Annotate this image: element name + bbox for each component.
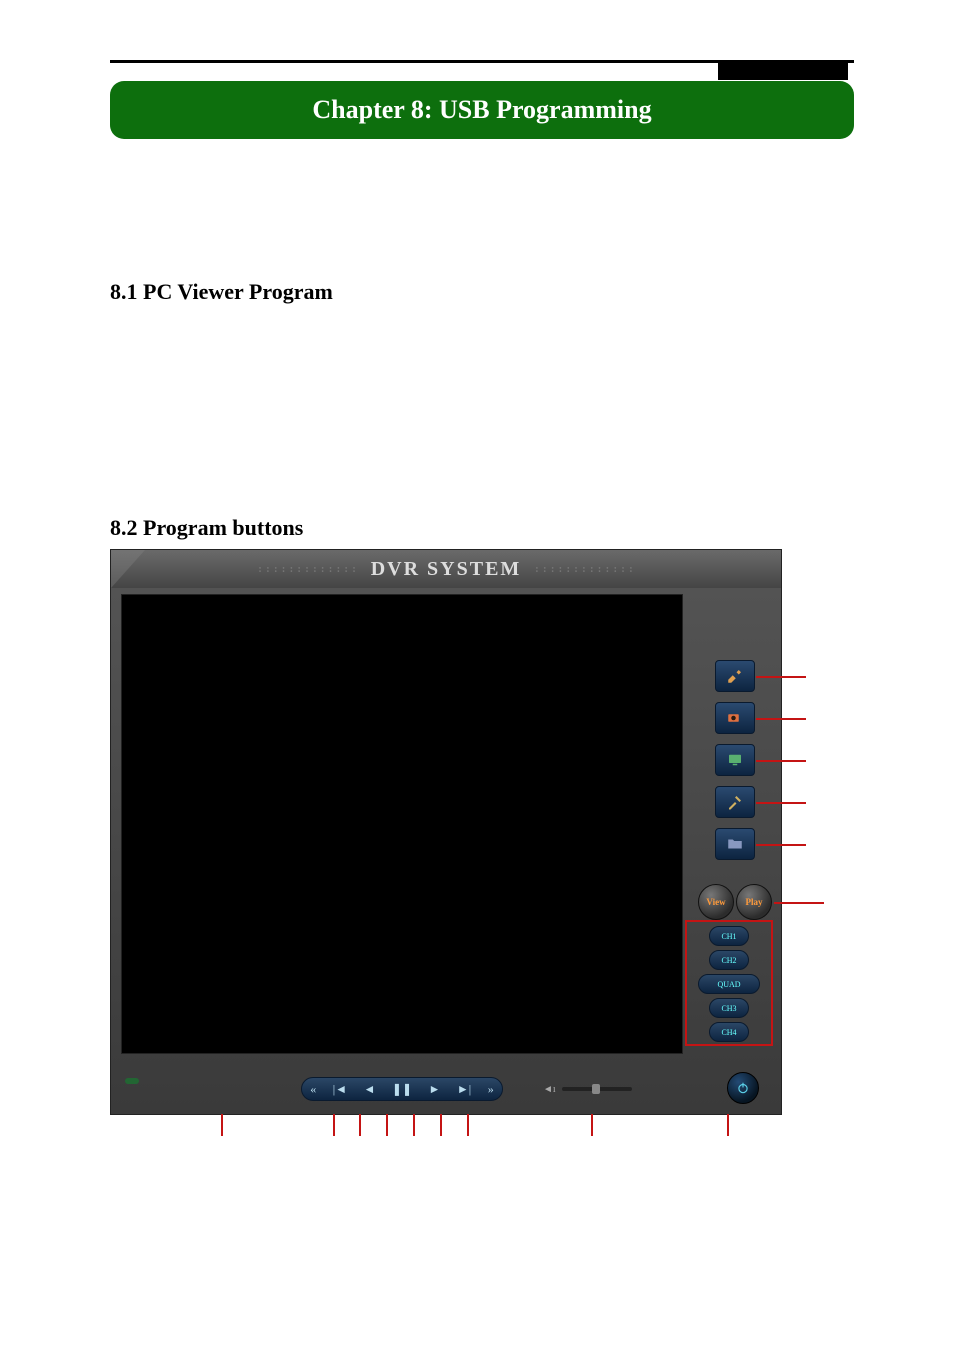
callout-tick bbox=[413, 1114, 415, 1136]
rewind-fast-icon[interactable]: « bbox=[310, 1082, 316, 1097]
callout-tick bbox=[467, 1114, 469, 1136]
dvr-title-text: DVR SYSTEM bbox=[371, 558, 522, 581]
speaker-icon: ◄ı bbox=[543, 1084, 556, 1095]
channel-1-button[interactable]: CH1 bbox=[709, 926, 749, 946]
step-fwd-icon[interactable]: ► bbox=[429, 1082, 441, 1097]
channel-3-button[interactable]: CH3 bbox=[709, 998, 749, 1018]
section-heading-1: 8.1 PC Viewer Program bbox=[110, 279, 854, 305]
view-play-group: View Play bbox=[698, 884, 772, 920]
dvr-right-toolbar: View Play bbox=[697, 660, 773, 920]
header-rule bbox=[110, 60, 854, 63]
callout-tick bbox=[727, 1114, 729, 1136]
play-button[interactable]: Play bbox=[736, 884, 772, 920]
titlebar-dots-left: : : : : : : : : : : : : : bbox=[258, 564, 356, 575]
channel-4-button[interactable]: CH4 bbox=[709, 1022, 749, 1042]
callout-tick bbox=[591, 1114, 593, 1136]
camera-icon bbox=[726, 709, 744, 727]
tool-settings-button[interactable] bbox=[715, 786, 755, 818]
tool-camera-button[interactable] bbox=[715, 702, 755, 734]
power-button[interactable] bbox=[727, 1072, 759, 1104]
callout-tick bbox=[333, 1114, 335, 1136]
callout-tick bbox=[440, 1114, 442, 1136]
folder-icon bbox=[726, 835, 744, 853]
document-page: Chapter 8: USB Programming 8.1 PC Viewer… bbox=[0, 0, 954, 1350]
callout-tick bbox=[221, 1114, 223, 1136]
ffwd-fast-icon[interactable]: » bbox=[488, 1082, 494, 1097]
callout-tick bbox=[386, 1114, 388, 1136]
step-back-icon[interactable]: ◄ bbox=[364, 1082, 376, 1097]
pause-icon[interactable]: ❚❚ bbox=[392, 1082, 412, 1097]
tools-icon bbox=[726, 793, 744, 811]
volume-slider[interactable] bbox=[562, 1087, 632, 1091]
dvr-video-area bbox=[121, 594, 683, 1054]
titlebar-dots-right: : : : : : : : : : : : : : bbox=[535, 564, 633, 575]
view-button[interactable]: View bbox=[698, 884, 734, 920]
channel-2-button[interactable]: CH2 bbox=[709, 950, 749, 970]
channel-quad-button[interactable]: QUAD bbox=[698, 974, 760, 994]
dvr-screenshot: : : : : : : : : : : : : : DVR SYSTEM : :… bbox=[110, 549, 782, 1115]
volume-control[interactable]: ◄ı bbox=[543, 1084, 632, 1095]
dvr-titlebar-corner bbox=[111, 550, 145, 588]
tool-folder-button[interactable] bbox=[715, 828, 755, 860]
power-icon bbox=[736, 1081, 750, 1095]
tool-paint-button[interactable] bbox=[715, 660, 755, 692]
monitor-icon bbox=[726, 751, 744, 769]
callout-tick bbox=[359, 1114, 361, 1136]
section-heading-2: 8.2 Program buttons bbox=[110, 515, 854, 541]
chapter-banner: Chapter 8: USB Programming bbox=[110, 81, 854, 139]
dvr-titlebar: : : : : : : : : : : : : : DVR SYSTEM : :… bbox=[111, 550, 781, 588]
next-icon[interactable]: ►| bbox=[457, 1082, 471, 1097]
paint-icon bbox=[726, 667, 744, 685]
tool-monitor-button[interactable] bbox=[715, 744, 755, 776]
channel-button-group: CH1 CH2 QUAD CH3 CH4 bbox=[685, 920, 773, 1046]
dvr-bottom-bar: « |◄ ◄ ❚❚ ► ►| » ◄ı bbox=[111, 1064, 781, 1114]
playback-controls: « |◄ ◄ ❚❚ ► ►| » bbox=[301, 1077, 503, 1101]
header-black-box bbox=[718, 62, 848, 80]
prev-icon[interactable]: |◄ bbox=[333, 1082, 347, 1097]
